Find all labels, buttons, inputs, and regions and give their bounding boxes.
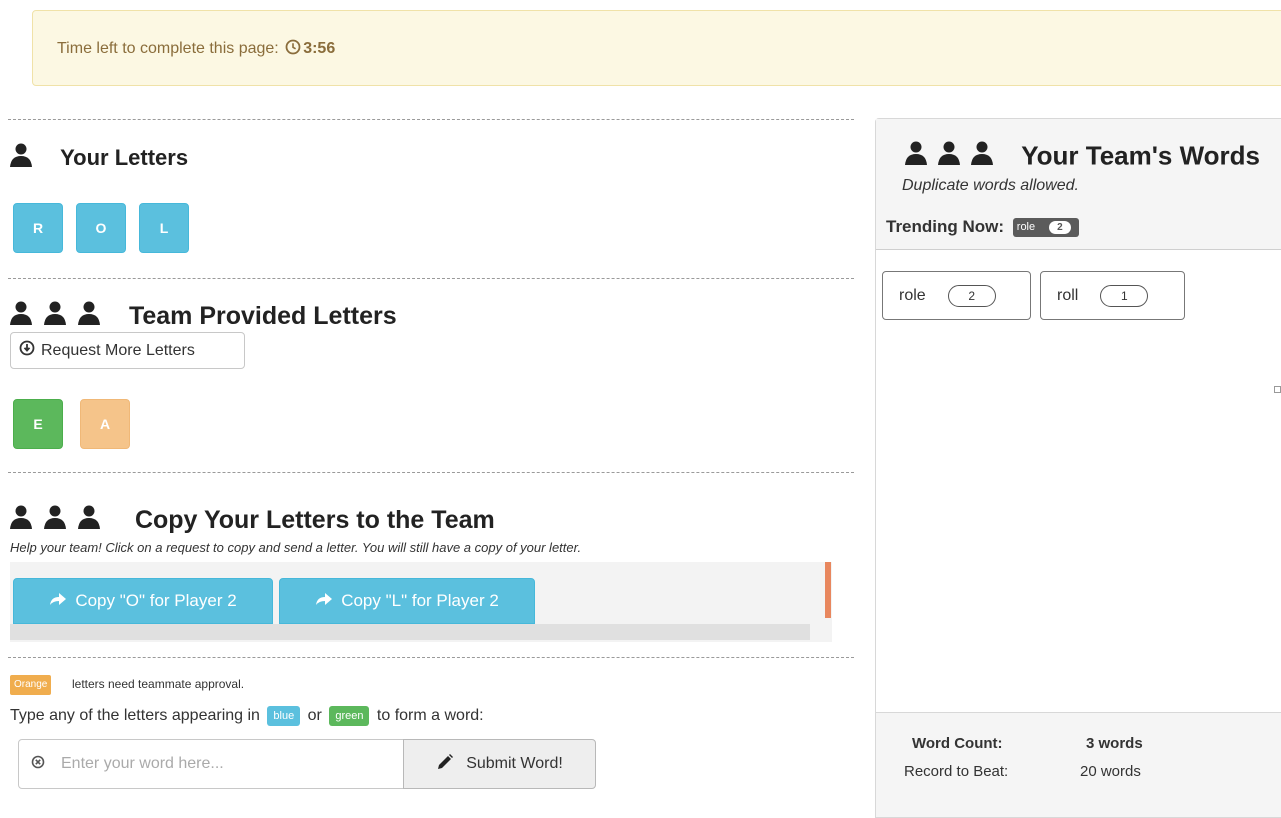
word-count-badge: 2 xyxy=(947,284,996,307)
clear-icon[interactable] xyxy=(19,755,59,774)
team-words-header: Your Team's Words Duplicate words allowe… xyxy=(876,119,1281,250)
instruction-text: Type any of the letters appearing in blu… xyxy=(10,706,484,726)
your-letters-heading: Your Letters xyxy=(8,142,188,174)
team-words-heading: Your Team's Words xyxy=(904,139,1260,173)
blue-label: blue xyxy=(267,706,301,726)
resize-handle[interactable] xyxy=(1274,386,1281,393)
copy-button-label: Copy "O" for Player 2 xyxy=(75,591,237,610)
instruction-part: or xyxy=(307,707,322,724)
horizontal-scrollbar[interactable] xyxy=(10,624,810,640)
share-arrow-icon xyxy=(315,591,341,611)
orange-label: Orange xyxy=(10,675,52,695)
pencil-icon xyxy=(436,753,466,776)
submit-word-button[interactable]: Submit Word! xyxy=(403,739,596,789)
instruction-part: Type any of the letters appearing in xyxy=(10,707,260,724)
group-icon xyxy=(8,300,108,333)
trending-row: Trending Now: role 2 xyxy=(886,217,1079,237)
trending-word: role xyxy=(1016,221,1036,233)
divider xyxy=(8,278,854,279)
team-letter-tile[interactable]: E xyxy=(13,399,63,449)
word-count-label: Word Count: xyxy=(912,735,1003,752)
timer-text: Time left to complete this page: 3:56 xyxy=(57,39,335,60)
letter-tile[interactable]: L xyxy=(139,203,189,253)
letter-tile[interactable]: O xyxy=(76,203,126,253)
divider xyxy=(8,119,854,120)
copy-requests-area: Copy "O" for Player 2 Copy "L" for Playe… xyxy=(10,562,832,642)
request-button-label: Request More Letters xyxy=(41,341,195,359)
word-card[interactable]: roll 1 xyxy=(1040,271,1185,320)
copy-l-button[interactable]: Copy "L" for Player 2 xyxy=(279,578,535,624)
timer-label: Time left to complete this page: xyxy=(57,40,279,57)
divider xyxy=(8,472,854,473)
download-circle-icon xyxy=(19,340,41,361)
team-letter-tile[interactable]: A xyxy=(80,399,130,449)
team-words-panel: Your Team's Words Duplicate words allowe… xyxy=(875,118,1281,818)
word-count-value: 3 words xyxy=(1086,735,1143,752)
divider xyxy=(8,657,854,658)
team-words-title: Your Team's Words xyxy=(1021,140,1261,171)
person-icon xyxy=(8,142,34,174)
word-text: roll xyxy=(1057,286,1079,304)
timer-banner: Time left to complete this page: 3:56 xyxy=(32,10,1281,86)
word-input[interactable] xyxy=(59,754,383,774)
approval-text: letters need teammate approval. xyxy=(72,677,245,691)
copy-letters-title: Copy Your Letters to the Team xyxy=(134,506,495,534)
group-icon xyxy=(904,140,1000,173)
request-more-letters-button[interactable]: Request More Letters xyxy=(10,332,245,369)
green-label: green xyxy=(329,706,370,726)
record-label: Record to Beat: xyxy=(904,763,1009,780)
word-input-group xyxy=(18,739,404,789)
instruction-part: to form a word: xyxy=(376,707,484,724)
letter-tile[interactable]: R xyxy=(13,203,63,253)
word-count-badge: 1 xyxy=(1100,284,1149,307)
record-value: 20 words xyxy=(1080,763,1141,780)
trending-count: 2 xyxy=(1049,220,1071,234)
clock-icon xyxy=(285,39,301,60)
team-words-subtitle: Duplicate words allowed. xyxy=(902,177,1079,194)
share-arrow-icon xyxy=(49,591,75,611)
timer-value: 3:56 xyxy=(303,40,336,57)
word-card[interactable]: role 2 xyxy=(882,271,1031,320)
your-letters-title: Your Letters xyxy=(60,145,189,170)
team-letters-title: Team Provided Letters xyxy=(128,302,397,330)
vertical-scrollbar[interactable] xyxy=(825,562,831,618)
team-words-footer: Word Count: 3 words Record to Beat: 20 w… xyxy=(876,712,1281,817)
copy-o-button[interactable]: Copy "O" for Player 2 xyxy=(13,578,273,624)
trending-tag[interactable]: role 2 xyxy=(1012,217,1079,237)
group-icon xyxy=(8,504,108,537)
copy-help-text: Help your team! Click on a request to co… xyxy=(10,540,582,555)
word-text: role xyxy=(899,286,926,304)
copy-letters-heading: Copy Your Letters to the Team xyxy=(8,504,495,537)
submit-label: Submit Word! xyxy=(466,755,563,772)
team-letters-heading: Team Provided Letters xyxy=(8,300,397,333)
copy-button-label: Copy "L" for Player 2 xyxy=(341,591,499,610)
trending-label: Trending Now: xyxy=(886,217,1005,236)
